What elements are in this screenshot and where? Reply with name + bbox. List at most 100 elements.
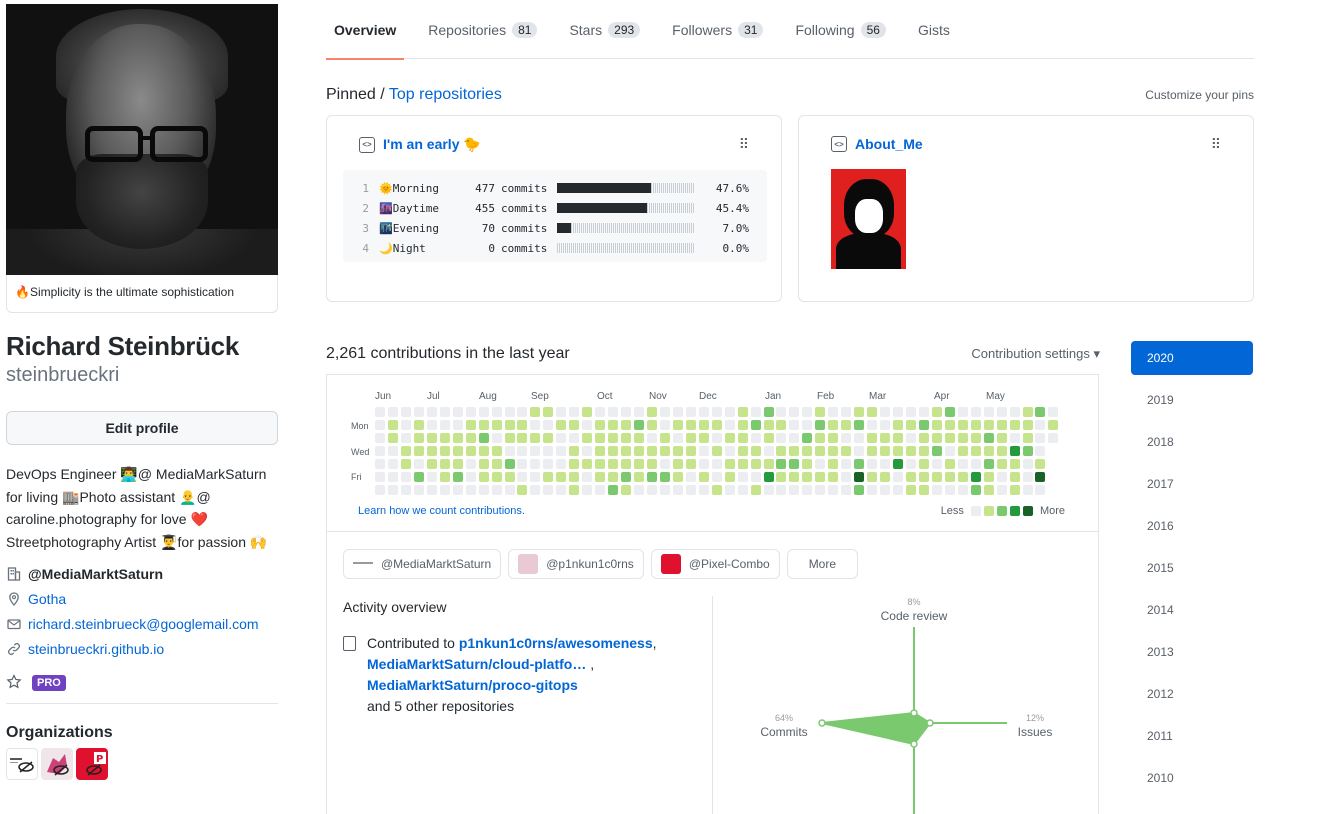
website-link[interactable]: steinbrueckri.github.io	[28, 641, 164, 657]
year-link-2011[interactable]: 2011	[1131, 719, 1253, 753]
contribution-day[interactable]	[996, 407, 1007, 417]
contribution-day[interactable]	[413, 458, 424, 469]
contribution-day[interactable]	[491, 458, 502, 469]
contribution-day[interactable]	[426, 445, 437, 456]
contribution-day[interactable]	[595, 432, 606, 443]
contribution-day[interactable]	[1022, 407, 1033, 417]
repo-link[interactable]: MediaMarktSaturn/cloud-platfo…	[367, 656, 586, 672]
contribution-day[interactable]	[1022, 458, 1033, 469]
contribution-day[interactable]	[970, 445, 981, 456]
year-link-2013[interactable]: 2013	[1131, 635, 1253, 669]
contribution-day[interactable]	[996, 432, 1007, 443]
contribution-day[interactable]	[452, 458, 463, 469]
contribution-day[interactable]	[413, 432, 424, 443]
contribution-day[interactable]	[621, 432, 632, 443]
contribution-day[interactable]	[776, 407, 787, 417]
contribution-day[interactable]	[478, 407, 489, 417]
contribution-day[interactable]	[815, 471, 826, 482]
contribution-day[interactable]	[763, 432, 774, 443]
contribution-day[interactable]	[893, 471, 903, 482]
contribution-day[interactable]	[478, 419, 489, 430]
contribution-day[interactable]	[1022, 419, 1033, 430]
contribution-day[interactable]	[543, 419, 554, 430]
contribution-day[interactable]	[983, 445, 994, 456]
contribution-day[interactable]	[569, 432, 580, 443]
contribution-day[interactable]	[478, 445, 489, 456]
contribution-day[interactable]	[1035, 484, 1046, 495]
contribution-day[interactable]	[893, 407, 903, 417]
contribution-day[interactable]	[776, 432, 787, 443]
contribution-day[interactable]	[763, 419, 774, 430]
contribution-day[interactable]	[737, 407, 748, 417]
contribution-day[interactable]	[711, 471, 722, 482]
contribution-day[interactable]	[776, 484, 787, 495]
contribution-day[interactable]	[426, 407, 437, 417]
learn-contributions-link[interactable]: Learn how we count contributions.	[358, 505, 525, 517]
year-link-2012[interactable]: 2012	[1131, 677, 1253, 711]
contribution-day[interactable]	[931, 407, 942, 417]
contribution-day[interactable]	[867, 419, 878, 430]
contribution-day[interactable]	[530, 445, 541, 456]
contribution-day[interactable]	[750, 419, 761, 430]
year-link-2010[interactable]: 2010	[1131, 761, 1253, 795]
contribution-day[interactable]	[944, 419, 955, 430]
contribution-day[interactable]	[867, 484, 878, 495]
contribution-day[interactable]	[439, 458, 450, 469]
contribution-day[interactable]	[815, 458, 826, 469]
contribution-day[interactable]	[996, 419, 1007, 430]
contribution-day[interactable]	[918, 445, 929, 456]
contribution-day[interactable]	[543, 432, 554, 443]
contribution-day[interactable]	[802, 484, 813, 495]
contribution-day[interactable]	[1035, 419, 1046, 430]
org-filter-p1nkun1c0rns[interactable]: @p1nkun1c0rns	[508, 549, 644, 579]
contribution-day[interactable]	[905, 445, 916, 456]
contribution-day[interactable]	[828, 458, 839, 469]
contribution-day[interactable]	[504, 471, 515, 482]
contribution-day[interactable]	[569, 407, 580, 417]
contribution-day[interactable]	[439, 445, 450, 456]
contribution-day[interactable]	[970, 407, 981, 417]
year-link-2020[interactable]: 2020	[1131, 341, 1253, 375]
contribution-day[interactable]	[944, 407, 955, 417]
status-message[interactable]: 🔥Simplicity is the ultimate sophisticati…	[6, 275, 278, 313]
contribution-day[interactable]	[1035, 445, 1046, 456]
tab-following[interactable]: Following 56	[787, 0, 894, 59]
contribution-day[interactable]	[543, 458, 554, 469]
contribution-day[interactable]	[387, 471, 398, 482]
contribution-day[interactable]	[504, 445, 515, 456]
contribution-day[interactable]	[854, 432, 865, 443]
contribution-day[interactable]	[439, 419, 450, 430]
contribution-day[interactable]	[582, 458, 593, 469]
tab-overview[interactable]: Overview	[326, 0, 405, 60]
year-link-2014[interactable]: 2014	[1131, 593, 1253, 627]
org-filter-mediamarktsaturn[interactable]: @MediaMarktSaturn	[343, 549, 502, 579]
contribution-day[interactable]	[970, 432, 981, 443]
contribution-day[interactable]	[944, 458, 955, 469]
contribution-day[interactable]	[608, 432, 619, 443]
contribution-day[interactable]	[737, 458, 748, 469]
contribution-day[interactable]	[1009, 419, 1020, 430]
contribution-day[interactable]	[698, 432, 709, 443]
contribution-day[interactable]	[491, 445, 502, 456]
contribution-day[interactable]	[659, 484, 670, 495]
contribution-day[interactable]	[582, 419, 593, 430]
contribution-day[interactable]	[905, 407, 916, 417]
contribution-day[interactable]	[698, 484, 709, 495]
contribution-day[interactable]	[1048, 432, 1059, 443]
contribution-day[interactable]	[375, 407, 385, 417]
contribution-day[interactable]	[931, 445, 942, 456]
contribution-day[interactable]	[1009, 445, 1020, 456]
contribution-day[interactable]	[828, 445, 839, 456]
contribution-day[interactable]	[685, 432, 696, 443]
contribution-day[interactable]	[646, 471, 657, 482]
contribution-day[interactable]	[621, 484, 632, 495]
contribution-day[interactable]	[802, 432, 813, 443]
contribution-day[interactable]	[905, 471, 916, 482]
contribution-day[interactable]	[841, 445, 852, 456]
contribution-day[interactable]	[1035, 458, 1046, 469]
contribution-day[interactable]	[582, 407, 593, 417]
contribution-day[interactable]	[789, 484, 800, 495]
contribution-day[interactable]	[517, 407, 528, 417]
contribution-day[interactable]	[387, 484, 398, 495]
year-link-2017[interactable]: 2017	[1131, 467, 1253, 501]
